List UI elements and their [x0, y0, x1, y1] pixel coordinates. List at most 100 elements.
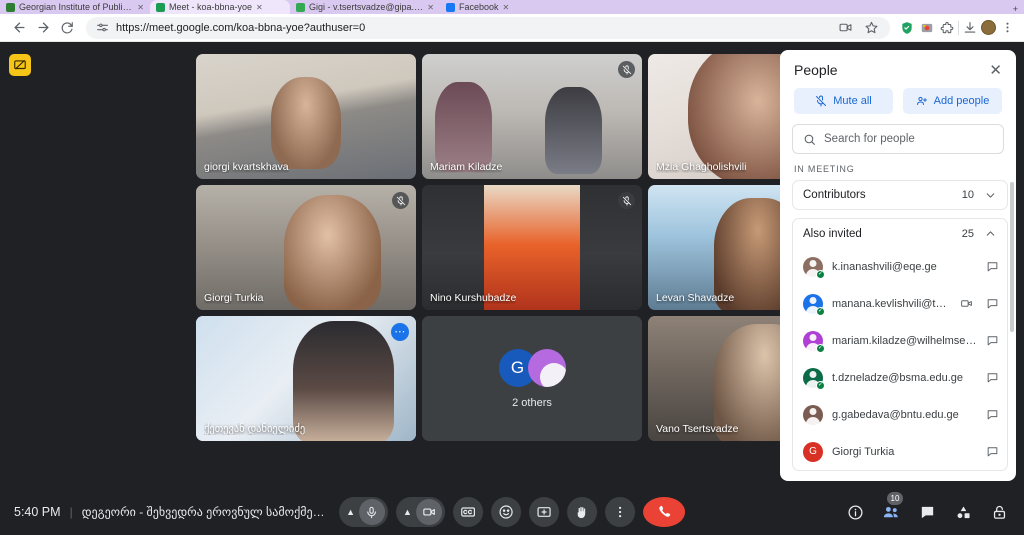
captions-toggle[interactable] [452, 497, 483, 527]
video-tile[interactable]: Mariam Kiladze [422, 54, 642, 179]
tile-name-label: Mariam Kiladze [430, 161, 503, 173]
browser-tab-1[interactable]: Meet - koa-bbna-yoe ✕ [150, 0, 290, 14]
list-item[interactable]: ✓ mariam.kiladze@wilhelmsen.com [793, 322, 1007, 359]
participant-name: k.inanashvili@eqe.ge [832, 260, 937, 273]
shield-extension-icon[interactable] [898, 19, 916, 37]
activities-panel-toggle[interactable] [952, 501, 974, 523]
chrome-menu-icon[interactable] [998, 19, 1016, 37]
add-people-button[interactable]: Add people [903, 88, 1002, 114]
list-item[interactable]: ✓ k.inanashvili@eqe.ge [793, 248, 1007, 285]
chevron-up-icon[interactable]: ▲ [346, 507, 355, 517]
tab-title: Facebook [459, 2, 499, 12]
video-tile[interactable]: Nino Kurshubadze [422, 185, 642, 310]
microphone-toggle[interactable]: ▲ [339, 497, 388, 527]
tab-favicon-icon [6, 2, 15, 12]
chat-bubble-icon[interactable] [986, 334, 999, 347]
chat-bubble-icon[interactable] [986, 260, 999, 273]
participant-name: mariam.kiladze@wilhelmsen.com [832, 334, 977, 347]
participant-grid: giorgi kvartskhava Mariam Kiladze Mzia G… [196, 54, 868, 441]
tab-close-icon[interactable]: ✕ [503, 3, 510, 12]
mic-off-icon [618, 61, 635, 78]
browser-tab-3[interactable]: Facebook ✕ [440, 0, 560, 14]
tab-favicon-icon [156, 2, 165, 12]
back-arrow-icon[interactable] [8, 17, 30, 39]
tile-name-label: Mzia Ghagholishvili [656, 161, 747, 173]
mute-all-button[interactable]: Mute all [794, 88, 893, 114]
browser-tab-0[interactable]: Georgian Institute of Public Aff ✕ [0, 0, 150, 14]
extensions-puzzle-icon[interactable] [938, 19, 956, 37]
tab-favicon-icon [296, 2, 305, 12]
group-contributors[interactable]: Contributors 10 [792, 180, 1008, 210]
people-panel-header: People ✕ [780, 50, 1016, 86]
video-tile[interactable]: Giorgi Turkia [196, 185, 416, 310]
emoji-reactions[interactable] [490, 497, 521, 527]
video-camera-icon[interactable] [960, 297, 973, 310]
bookmark-star-icon[interactable] [862, 19, 880, 37]
tune-icon[interactable] [96, 21, 109, 34]
avatar: ✓ [803, 256, 825, 279]
address-bar[interactable]: https://meet.google.com/koa-bbna-yoe?aut… [86, 16, 890, 39]
participant-name: manana.kevlishvili@tesau.e… [832, 297, 951, 310]
tile-more-options-icon[interactable]: ⋯ [391, 323, 409, 341]
avatar: ✓ [803, 293, 825, 316]
video-camera-icon[interactable] [415, 499, 442, 525]
list-item[interactable]: g.gabedava@bntu.edu.ge [793, 396, 1007, 433]
meeting-title: დეგეორი - შეხვედრა ეროვნულ სამოქმედო გე… [81, 505, 332, 519]
chat-bubble-icon[interactable] [986, 408, 999, 421]
meeting-details[interactable] [844, 501, 866, 523]
mic-off-icon [618, 192, 635, 209]
camera-toggle[interactable]: ▲ [396, 497, 445, 527]
people-panel-toggle[interactable]: 10 [880, 492, 903, 523]
omnibox-actions [836, 19, 880, 37]
search-input[interactable]: Search for people [792, 124, 1004, 154]
leave-call[interactable] [642, 497, 685, 527]
present-screen[interactable] [528, 497, 559, 527]
new-tab-button[interactable]: + [1013, 4, 1018, 14]
tab-title: Gigi - v.tsertsvadze@gipa.ge [309, 2, 424, 12]
tab-close-icon[interactable]: ✕ [427, 3, 434, 12]
list-item[interactable]: ✓ manana.kevlishvili@tesau.e… [793, 285, 1007, 322]
panel-scrollbar[interactable] [1010, 182, 1014, 332]
video-tile-self[interactable]: ⋯ ქეთევან დანიელიძე [196, 316, 416, 441]
chat-bubble-icon[interactable] [986, 297, 999, 310]
person-add-icon [916, 95, 928, 107]
raise-hand[interactable] [566, 497, 597, 527]
tab-close-icon[interactable]: ✕ [137, 3, 144, 12]
chevron-up-icon[interactable]: ▲ [403, 507, 412, 517]
tab-title: Georgian Institute of Public Aff [19, 2, 134, 12]
share-screen-icon[interactable] [836, 19, 854, 37]
mic-icon[interactable] [359, 499, 385, 525]
tab-close-icon[interactable]: ✕ [256, 3, 263, 12]
tile-name-label: Levan Shavadze [656, 292, 735, 304]
chat-bubble-icon[interactable] [986, 371, 999, 384]
host-controls-toggle[interactable] [988, 501, 1010, 523]
tile-name-label: giorgi kvartskhava [204, 161, 289, 173]
profile-avatar-icon[interactable] [981, 20, 996, 35]
add-people-label: Add people [933, 95, 990, 107]
forward-arrow-icon[interactable] [32, 17, 54, 39]
list-item[interactable]: G Giorgi Turkia [793, 433, 1007, 470]
chat-bubble-icon[interactable] [986, 445, 999, 458]
video-tile-others[interactable]: G 2 others [422, 316, 642, 441]
others-count-label: 2 others [512, 396, 552, 409]
adblock-extension-icon[interactable] [918, 19, 936, 37]
presentation-blocked-icon[interactable] [9, 54, 31, 76]
reload-icon[interactable] [56, 17, 78, 39]
avatar: G [803, 441, 823, 462]
group-also-invited[interactable]: Also invited 25 [792, 218, 1008, 248]
video-tile[interactable]: giorgi kvartskhava [196, 54, 416, 179]
meet-panel-toggles: 10 [844, 492, 1010, 523]
people-list-scroll[interactable]: Contributors 10 Also invited 25 ✓ k.inan… [780, 180, 1016, 481]
downloads-icon[interactable] [961, 19, 979, 37]
participant-list: ✓ k.inanashvili@eqe.ge ✓ manana.kevlishv… [792, 248, 1008, 471]
chevron-up-icon[interactable] [984, 227, 997, 240]
chat-panel-toggle[interactable] [916, 501, 938, 523]
more-options[interactable] [604, 497, 635, 527]
browser-tab-2[interactable]: Gigi - v.tsertsvadze@gipa.ge ✕ [290, 0, 440, 14]
close-icon[interactable]: ✕ [989, 63, 1002, 78]
list-item[interactable]: ✓ t.dzneladze@bsma.edu.ge [793, 359, 1007, 396]
group-label: Contributors [803, 189, 866, 201]
chevron-down-icon[interactable] [984, 189, 997, 202]
browser-toolbar: https://meet.google.com/koa-bbna-yoe?aut… [0, 14, 1024, 42]
invited-check-icon: ✓ [816, 380, 825, 390]
